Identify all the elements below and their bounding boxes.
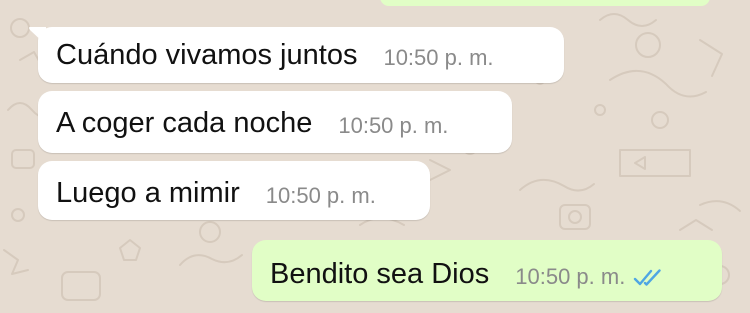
bubble-tail-icon	[29, 27, 46, 45]
message-text: A coger cada noche	[56, 107, 313, 139]
message-text: Cuándo vivamos juntos	[56, 39, 358, 71]
incoming-message-bubble[interactable]: A coger cada noche 10:50 p. m.	[38, 91, 512, 153]
outgoing-message-bubble[interactable]: Bendito sea Dios 10:50 p. m.	[252, 240, 722, 301]
message-timestamp: 10:50 p. m.	[515, 264, 626, 289]
incoming-message-bubble[interactable]: Luego a mimir 10:50 p. m.	[38, 161, 430, 220]
message-timestamp: 10:50 p. m.	[338, 113, 449, 138]
double-check-read-icon	[634, 269, 662, 286]
message-timestamp: 10:50 p. m.	[265, 183, 376, 208]
previous-outgoing-bubble-edge	[380, 0, 710, 6]
message-text: Bendito sea Dios	[270, 258, 490, 290]
incoming-message-bubble[interactable]: Cuándo vivamos juntos 10:50 p. m.	[29, 27, 564, 83]
message-timestamp: 10:50 p. m.	[383, 45, 494, 70]
message-text: Luego a mimir	[56, 177, 240, 209]
